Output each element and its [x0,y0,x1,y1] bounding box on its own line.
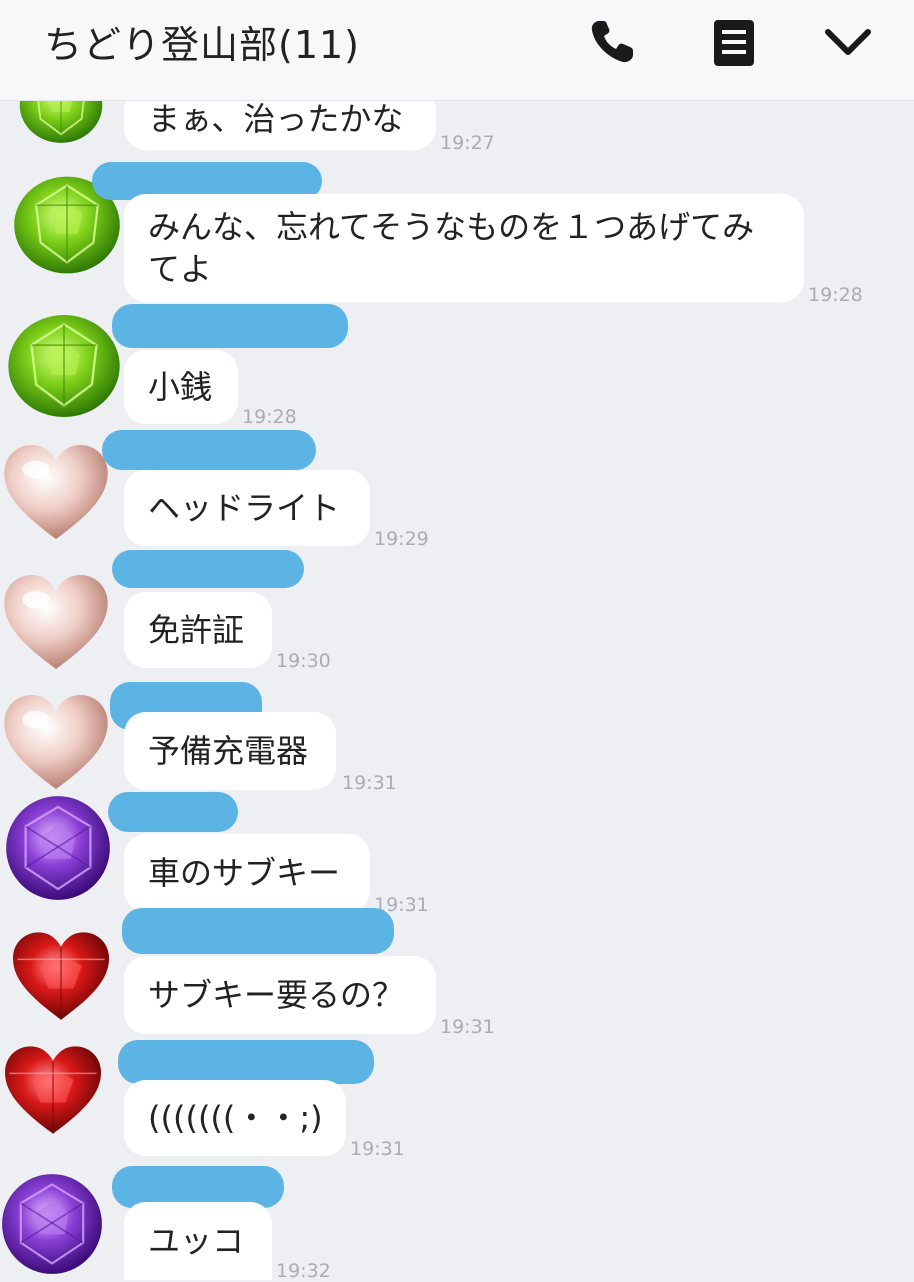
avatar-pink-heart-icon[interactable] [0,566,112,678]
message-time: 19:28 [242,406,297,428]
message-text: ヘッドライト [148,489,341,527]
phone-icon[interactable] [586,16,638,68]
sender-name-redaction [122,908,394,954]
message-text: まぁ、治ったかな [148,100,404,138]
sender-name-redaction [112,550,304,588]
avatar-purple-gem-icon[interactable] [0,1168,104,1280]
message-text: サブキー要るの？ [148,976,405,1014]
message-bubble[interactable]: 車のサブキー [124,834,370,912]
message-bubble[interactable]: ヘッドライト [124,470,370,546]
message-text: 予備充電器 [148,732,309,770]
message-text: 小銭 [148,368,213,406]
avatar-green-gem-icon[interactable] [4,308,124,424]
message-time: 19:28 [808,284,863,306]
message-bubble[interactable]: 予備充電器 [124,712,336,790]
message-time: 19:29 [374,528,429,550]
message-text: 免許証 [148,611,245,649]
sender-name-redaction [112,304,348,348]
page-title: ちどり登山部(11) [44,23,361,67]
avatar-purple-gem-icon[interactable] [4,792,112,904]
message-time: 19:32 [276,1260,331,1282]
avatar-red-heart-gem-icon[interactable] [0,1038,106,1142]
message-time: 19:31 [440,1016,495,1038]
note-list-icon[interactable] [708,16,760,68]
message-text: 車のサブキー [148,854,341,892]
message-text: ユッコ [148,1222,245,1260]
message-bubble[interactable]: 小銭 [124,350,238,424]
message-bubble[interactable]: ユッコ [124,1202,272,1280]
message-bubble[interactable]: 免許証 [124,592,272,668]
avatar-pink-heart-icon[interactable] [0,436,112,548]
message-time: 19:31 [342,772,397,794]
message-time: 19:27 [440,132,495,154]
message-time: 19:31 [350,1138,405,1160]
avatar-red-heart-gem-icon[interactable] [8,924,114,1028]
message-bubble[interactable]: (((((((・・;) [124,1080,346,1156]
message-bubble[interactable]: サブキー要るの？ [124,956,436,1034]
chevron-down-icon[interactable] [822,16,874,68]
message-bubble[interactable]: みんな、忘れてそうなものを１つあげてみてよ [124,194,804,302]
avatar-pink-heart-icon[interactable] [0,686,112,798]
message-text: (((((((・・;) [148,1099,323,1137]
chat-header: ちどり登山部(11) [0,0,914,100]
message-list[interactable]: まぁ、治ったかな 19:27 みんな、忘れてそうなものを１つあげてみてよ 19:… [0,0,914,1282]
message-time: 19:30 [276,650,331,672]
message-text: みんな、忘れてそうなものを１つあげてみてよ [148,208,755,288]
sender-name-redaction [102,430,316,470]
sender-name-redaction [118,1040,374,1084]
sender-name-redaction [108,792,238,832]
